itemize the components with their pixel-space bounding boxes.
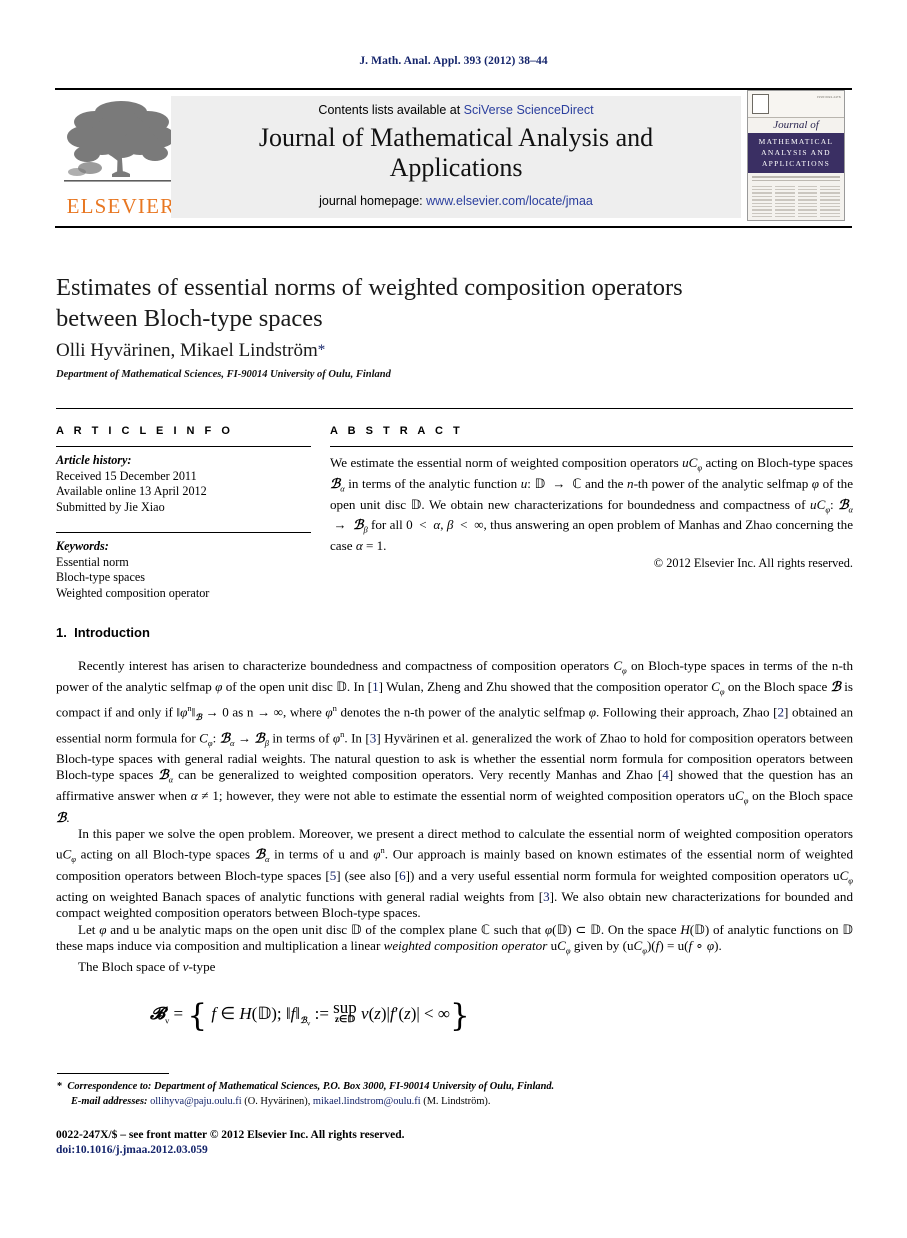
abstract-text: We estimate the essential norm of weight… — [330, 455, 854, 554]
section-heading: 1. Introduction — [56, 625, 150, 640]
paragraph-4: The Bloch space of v-type — [78, 959, 216, 975]
running-head: J. Math. Anal. Appl. 393 (2012) 38–44 — [359, 55, 548, 67]
journal-homepage-line: journal homepage: www.elsevier.com/locat… — [171, 194, 741, 208]
email-label: E-mail addresses: — [71, 1095, 148, 1107]
cover-band-line2: ANALYSIS AND — [761, 148, 831, 157]
citation-link[interactable]: 1 — [372, 679, 379, 694]
body-text: Recently interest has arisen to characte… — [56, 658, 853, 976]
citation-link[interactable]: 4 — [662, 767, 669, 782]
keyword-item: Weighted composition operator — [56, 585, 210, 600]
citation-link[interactable]: 3 — [370, 730, 377, 745]
affiliation: Department of Mathematical Sciences, FI-… — [56, 369, 391, 380]
article-info-column: A R T I C L E I N F O Article history: R… — [56, 425, 311, 601]
footnote-correspondence-text: Correspondence to: Department of Mathema… — [67, 1081, 555, 1092]
cover-editor-lines — [748, 173, 844, 182]
equation-supremum: sup z∈𝔻 — [333, 999, 357, 1026]
author-list: Olli Hyvärinen, Mikael Lindström* — [56, 340, 856, 362]
history-item: Submitted by Jie Xiao — [56, 499, 165, 514]
display-equation: 𝓑v = { f ∈ H(𝔻); ‖f‖ℬv := sup z∈𝔻 v(z)|f… — [150, 998, 470, 1034]
journal-title: Journal of Mathematical Analysis and App… — [171, 123, 741, 183]
equation-close-brace: } — [450, 998, 470, 1034]
equation-assign: := — [314, 1004, 329, 1023]
equation-sup-bot: z∈𝔻 — [334, 1015, 356, 1025]
journal-title-line2: Applications — [389, 153, 523, 182]
keywords-label: Keywords: — [56, 539, 109, 553]
cover-header: ISSN 0022-247X — [748, 91, 844, 118]
citation-link[interactable]: 2 — [777, 704, 784, 719]
equation-sup-top: sup — [333, 998, 357, 1017]
contents-prefix: Contents lists available at — [318, 103, 464, 117]
journal-homepage-link[interactable]: www.elsevier.com/locate/jmaa — [426, 194, 593, 208]
section-title: Introduction — [74, 625, 150, 640]
article-history-block: Article history: Received 15 December 20… — [56, 447, 311, 515]
divider-above-info — [56, 408, 853, 409]
article-history-label: Article history: — [56, 453, 132, 467]
author-names: Olli Hyvärinen, Mikael Lindström — [56, 340, 318, 361]
abstract-copyright: © 2012 Elsevier Inc. All rights reserved… — [653, 556, 853, 571]
equation-part3: v — [361, 1004, 369, 1023]
equation-lhs-sub: v — [165, 1015, 170, 1026]
cover-elsevier-mark-icon — [752, 94, 769, 114]
title-line2: between Bloch-type spaces — [56, 305, 323, 332]
paper-page: J. Math. Anal. Appl. 393 (2012) 38–44 EL… — [0, 0, 907, 1238]
equation-part1: f — [211, 1004, 217, 1023]
footnote-rule — [57, 1073, 169, 1074]
homepage-prefix: journal homepage: — [319, 194, 427, 208]
cover-issn-text: ISSN 0022-247X — [817, 95, 841, 99]
keyword-item: Bloch-type spaces — [56, 570, 146, 584]
email-name-2: (M. Lindström). — [423, 1095, 491, 1107]
elsevier-logo: ELSEVIER — [62, 96, 180, 221]
paragraph-3: Let φ and u be analytic maps on the open… — [56, 921, 853, 956]
page-title: Estimates of essential norms of weighted… — [56, 272, 856, 334]
doi-link[interactable]: doi:10.1016/j.jmaa.2012.03.059 — [56, 1143, 405, 1158]
citation-link[interactable]: 3 — [543, 889, 550, 904]
history-item: Available online 13 April 2012 — [56, 484, 207, 498]
article-info-heading: A R T I C L E I N F O — [56, 425, 234, 437]
cover-name-columns — [748, 184, 844, 220]
citation-link[interactable]: 6 — [399, 868, 406, 883]
cover-footer — [748, 219, 844, 220]
cover-band-line3: APPLICATIONS — [761, 159, 831, 168]
journal-title-line1: Journal of Mathematical Analysis and — [258, 123, 654, 152]
equation-equals: = — [173, 1004, 184, 1023]
contents-available-line: Contents lists available at SciVerse Sci… — [171, 103, 741, 117]
paragraph-2: In this paper we solve the open problem.… — [56, 826, 854, 921]
footnote-correspondence: * Correspondence to: Department of Mathe… — [57, 1080, 837, 1095]
equation-lhs: 𝓑 — [150, 1004, 165, 1023]
journal-banner: Contents lists available at SciVerse Sci… — [171, 96, 741, 218]
section-number: 1. — [56, 625, 67, 640]
citation-link[interactable]: 5 — [330, 868, 337, 883]
elsevier-tree-icon — [64, 101, 178, 182]
cover-title-band: MATHEMATICAL ANALYSIS AND APPLICATIONS — [748, 133, 844, 173]
email-link-1[interactable]: ollihyva@paju.oulu.fi — [150, 1096, 242, 1107]
abstract-column: A B S T R A C T We estimate the essentia… — [330, 425, 853, 571]
elsevier-wordmark: ELSEVIER — [66, 194, 176, 218]
keywords-block: Keywords: Essential norm Bloch-type spac… — [56, 533, 311, 601]
footnote-emails: E-mail addresses: ollihyva@paju.oulu.fi … — [57, 1095, 837, 1110]
sciencedirect-link[interactable]: SciVerse ScienceDirect — [464, 103, 594, 117]
keyword-item: Essential norm — [56, 554, 129, 569]
footnote-block: * Correspondence to: Department of Mathe… — [57, 1080, 837, 1109]
issn-line: 0022-247X/$ – see front matter © 2012 El… — [56, 1129, 405, 1141]
abstract-heading: A B S T R A C T — [330, 425, 464, 437]
cover-band-line1: MATHEMATICAL — [758, 137, 834, 146]
journal-cover-thumbnail: ISSN 0022-247X Journal of MATHEMATICAL A… — [747, 90, 845, 221]
email-name-1: (O. Hyvärinen), — [244, 1095, 311, 1107]
corresponding-author-marker[interactable]: * — [318, 342, 326, 358]
email-link-2[interactable]: mikael.lindstrom@oulu.fi — [313, 1096, 421, 1107]
title-line1: Estimates of essential norms of weighted… — [56, 274, 683, 301]
equation-open-brace: { — [187, 998, 208, 1034]
footnote-star-marker: * — [57, 1081, 63, 1092]
imprint-block: 0022-247X/$ – see front matter © 2012 El… — [56, 1128, 405, 1158]
paragraph-1: Recently interest has arisen to characte… — [56, 658, 853, 825]
cover-script-title: Journal of — [773, 119, 819, 131]
history-item: Received 15 December 2011 — [56, 468, 197, 483]
